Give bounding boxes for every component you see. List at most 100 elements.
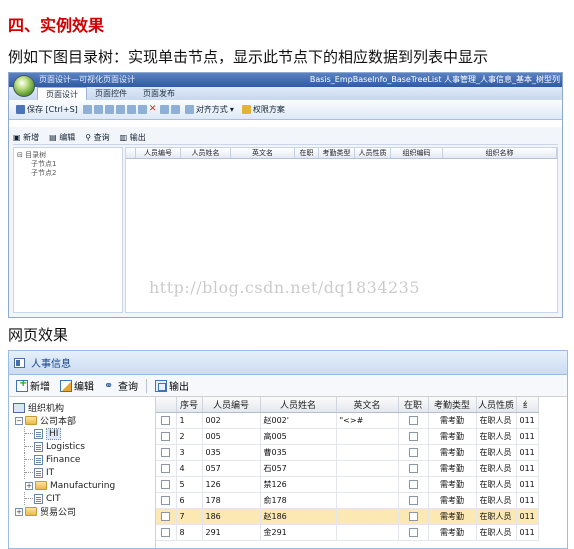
checkbox-icon[interactable] <box>161 447 171 457</box>
row-checkbox[interactable] <box>156 460 177 477</box>
active-checkbox[interactable] <box>398 492 429 509</box>
expand-icon[interactable]: + <box>15 507 23 516</box>
table-row[interactable]: 5 126 禁126 需考勤 在职人员 011 <box>156 476 539 493</box>
active-checkbox[interactable] <box>398 444 429 461</box>
column-header[interactable]: 人员编号 <box>136 148 181 158</box>
table-row[interactable]: 3 035 曹035 需考勤 在职人员 011 <box>156 444 539 461</box>
column-header[interactable]: 人员性质 <box>355 148 391 158</box>
permission-button[interactable]: 权限方案 <box>239 104 288 115</box>
checkbox-icon[interactable] <box>408 495 418 505</box>
row-number-cell: 2 <box>176 428 203 445</box>
tree-node-it[interactable]: IT <box>9 466 151 479</box>
add-button[interactable]: 新增 <box>12 378 54 393</box>
edit-button[interactable]: 编辑 <box>56 378 98 393</box>
delete-icon[interactable]: ✕ <box>149 105 158 114</box>
designer-tree-node[interactable]: 子节点1 <box>17 160 119 169</box>
tool-icon[interactable] <box>170 105 180 114</box>
tool-icon[interactable] <box>82 105 92 114</box>
query-button[interactable]: ⚭ 查询 <box>100 378 142 393</box>
tree-node-company[interactable]: − 公司本部 <box>9 414 151 427</box>
checkbox-icon[interactable] <box>408 511 418 521</box>
table-row[interactable]: 1 002 赵002' "<># 需考勤 在职人员 011 <box>156 412 539 429</box>
checkbox-icon[interactable] <box>161 527 171 537</box>
active-checkbox[interactable] <box>398 460 429 477</box>
table-row[interactable]: 2 005 高005 需考勤 在职人员 011 <box>156 428 539 445</box>
tab-page-publish[interactable]: 页面发布 <box>135 87 183 100</box>
checkbox-icon[interactable] <box>161 495 171 505</box>
active-checkbox[interactable] <box>398 508 429 525</box>
column-header[interactable]: 组织编码 <box>391 148 443 158</box>
column-header[interactable]: 人员姓名 <box>181 148 231 158</box>
align-button[interactable]: 对齐方式 ▾ <box>182 104 237 115</box>
column-header[interactable]: 英文名 <box>336 397 399 413</box>
column-header[interactable]: 组织名称 <box>443 148 557 158</box>
tool-icon[interactable] <box>159 105 169 114</box>
expand-icon[interactable]: + <box>25 481 33 490</box>
column-header[interactable]: 考勤类型 <box>319 148 355 158</box>
checkbox-icon[interactable] <box>161 463 171 473</box>
export-button[interactable]: 输出 <box>151 378 193 393</box>
checkbox-icon[interactable] <box>408 447 418 457</box>
tree-node-manufacturing[interactable]: + Manufacturing <box>9 479 151 492</box>
tool-icon[interactable] <box>126 105 136 114</box>
checkbox-icon[interactable] <box>161 415 171 425</box>
column-header[interactable]: 人员性质 <box>476 397 517 413</box>
active-checkbox[interactable] <box>398 412 429 429</box>
active-checkbox[interactable] <box>398 476 429 493</box>
tree-node-logistics[interactable]: Logistics <box>9 440 151 453</box>
column-header[interactable]: 考勤类型 <box>428 397 477 413</box>
tree-node-cit[interactable]: CIT <box>9 492 151 505</box>
designer-edit-button[interactable]: ▤ 编辑 <box>49 132 75 143</box>
tool-icon[interactable] <box>137 105 147 114</box>
checkbox-icon[interactable] <box>161 431 171 441</box>
table-row[interactable]: 4 057 石057 需考勤 在职人员 011 <box>156 460 539 477</box>
tool-icon[interactable] <box>115 105 125 114</box>
row-checkbox[interactable] <box>156 476 177 493</box>
permission-label: 权限方案 <box>252 105 285 114</box>
designer-add-button[interactable]: ▣ 新增 <box>13 132 39 143</box>
column-header[interactable]: 人员姓名 <box>260 397 337 413</box>
designer-export-button[interactable]: ▥ 输出 <box>120 132 146 143</box>
designer-tree-root[interactable]: ⊟ 目录树 <box>17 151 119 160</box>
row-checkbox[interactable] <box>156 444 177 461</box>
row-checkbox[interactable] <box>156 508 177 525</box>
collapse-icon[interactable]: − <box>15 416 23 425</box>
tree-node-hi[interactable]: HI <box>9 427 151 440</box>
checkbox-icon[interactable] <box>408 463 418 473</box>
table-row[interactable]: 8 291 金291 需考勤 在职人员 011 <box>156 524 539 541</box>
active-checkbox[interactable] <box>398 428 429 445</box>
checkbox-icon[interactable] <box>161 479 171 489</box>
checkbox-icon[interactable] <box>408 415 418 425</box>
column-header[interactable]: 纟 <box>516 397 539 413</box>
tab-page-controls[interactable]: 页面控件 <box>87 87 135 100</box>
row-checkbox[interactable] <box>156 428 177 445</box>
column-header[interactable]: 在职 <box>295 148 319 158</box>
save-button[interactable]: 保存 [Ctrl+S] <box>13 104 81 115</box>
active-checkbox[interactable] <box>398 524 429 541</box>
row-checkbox[interactable] <box>156 412 177 429</box>
checkbox-icon[interactable] <box>161 511 171 521</box>
column-header[interactable]: 序号 <box>176 397 203 413</box>
checkbox-icon[interactable] <box>408 527 418 537</box>
tool-icon[interactable] <box>93 105 103 114</box>
designer-grid-header: 人员编号 人员姓名 英文名 在职 考勤类型 人员性质 组织编码 组织名称 <box>126 148 557 159</box>
table-row[interactable]: 6 178 俞178 需考勤 在职人员 011 <box>156 492 539 509</box>
tree-node-root[interactable]: 组织机构 <box>9 401 151 414</box>
column-header[interactable]: 在职 <box>398 397 429 413</box>
tree-node-finance[interactable]: Finance <box>9 453 151 466</box>
select-all-header[interactable] <box>156 397 177 413</box>
tab-page-design[interactable]: 页面设计 <box>37 87 87 100</box>
checkbox-icon[interactable] <box>408 431 418 441</box>
tool-icon[interactable] <box>104 105 114 114</box>
designer-tree-node[interactable]: 子节点2 <box>17 169 119 178</box>
column-header[interactable]: 英文名 <box>231 148 295 158</box>
designer-query-button[interactable]: ⚲ 查询 <box>85 132 109 143</box>
tree-node-trade[interactable]: + 贸易公司 <box>9 505 151 518</box>
row-checkbox[interactable] <box>156 524 177 541</box>
checkbox-icon[interactable] <box>408 479 418 489</box>
column-header[interactable]: 人员编号 <box>202 397 261 413</box>
row-checkbox[interactable] <box>156 492 177 509</box>
row-number-cell: 8 <box>176 524 203 541</box>
app-orb-icon[interactable] <box>13 75 35 97</box>
table-row[interactable]: 7 186 赵186 需考勤 在职人员 011 <box>156 508 539 525</box>
